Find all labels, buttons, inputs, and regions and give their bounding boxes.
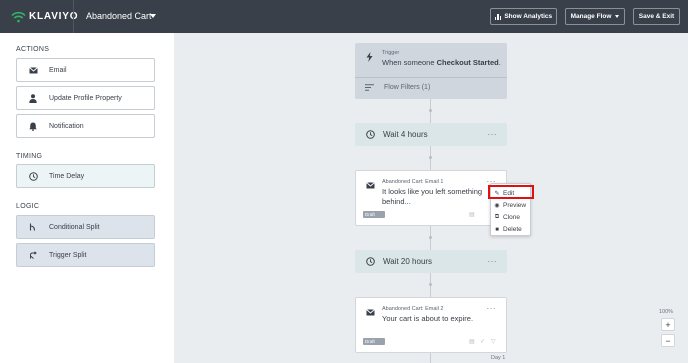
copy-icon: ⧉ bbox=[494, 214, 500, 220]
menu-item-delete[interactable]: ■ Delete bbox=[494, 224, 530, 235]
email-caption: Abandoned Cart: Email 2 bbox=[382, 306, 444, 312]
logic-section-label: LOGIC bbox=[16, 203, 40, 210]
clock-icon bbox=[28, 171, 38, 181]
chat-icon: ▤ bbox=[469, 339, 475, 345]
show-analytics-button[interactable]: Show Analytics bbox=[490, 8, 557, 25]
sidebar-item-time-delay[interactable]: Time Delay bbox=[16, 164, 155, 188]
trigger-card[interactable]: Trigger When someone Checkout Started. F… bbox=[355, 43, 507, 99]
sidebar-item-label: Notification bbox=[49, 122, 84, 130]
wait-label: Wait 20 hours bbox=[383, 257, 433, 266]
trigger-description: When someone Checkout Started. bbox=[382, 58, 501, 68]
show-analytics-label: Show Analytics bbox=[504, 13, 553, 20]
trigger-suffix: . bbox=[498, 58, 501, 67]
split-icon bbox=[28, 222, 38, 232]
envelope-icon bbox=[28, 65, 38, 75]
flow-filters-link[interactable]: Flow Filters (1) bbox=[384, 84, 430, 91]
wifi-logo-icon bbox=[11, 11, 26, 22]
email-caption: Abandoned Cart: Email 1 bbox=[382, 179, 444, 185]
sidebar-item-update-profile-property[interactable]: Update Profile Property bbox=[16, 86, 155, 110]
edit-highlight-box bbox=[488, 185, 534, 199]
lightning-icon bbox=[366, 52, 373, 62]
email-card[interactable]: Abandoned Cart: Email 1 It looks like yo… bbox=[355, 170, 507, 226]
trigger-caption: Trigger bbox=[382, 50, 400, 56]
menu-item-preview[interactable]: ◉ Preview bbox=[494, 200, 530, 211]
menu-item-label: Clone bbox=[503, 214, 520, 221]
zoom-in-button[interactable]: + bbox=[661, 318, 675, 331]
zoom-level: 100% bbox=[659, 309, 674, 315]
menu-item-clone[interactable]: ⧉ Clone bbox=[494, 212, 530, 223]
save-exit-button[interactable]: Save & Exit bbox=[633, 8, 680, 25]
connector-dot bbox=[429, 109, 432, 112]
trash-icon: ■ bbox=[495, 226, 499, 233]
flow-canvas[interactable]: Trigger When someone Checkout Started. F… bbox=[174, 33, 688, 363]
sidebar-item-label: Email bbox=[49, 66, 67, 74]
klaviyo-logo[interactable]: KLAVIYO bbox=[11, 9, 78, 23]
sidebar-item-label: Time Delay bbox=[49, 172, 85, 180]
connector-dot bbox=[429, 156, 432, 159]
brand-name: KLAVIYO bbox=[29, 10, 79, 22]
email-card[interactable]: Abandoned Cart: Email 2 Your cart is abo… bbox=[355, 297, 507, 353]
more-options-icon[interactable]: ··· bbox=[488, 257, 498, 266]
trigger-split-icon bbox=[28, 250, 38, 260]
status-badge: Draft bbox=[363, 211, 385, 218]
wait-card[interactable]: Wait 20 hours ··· bbox=[355, 250, 507, 273]
email-preview-text: It looks like you left something behind.… bbox=[382, 187, 483, 206]
menu-item-label: Delete bbox=[503, 226, 522, 233]
sidebar: ACTIONS Email Update Profile Property No… bbox=[0, 33, 174, 363]
trigger-prefix: When someone bbox=[382, 58, 437, 67]
manage-flow-button[interactable]: Manage Flow bbox=[565, 8, 625, 25]
chat-icon: ▤ bbox=[469, 212, 475, 218]
wait-label: Wait 4 hours bbox=[383, 130, 428, 139]
check-icon: ✓ bbox=[480, 339, 486, 345]
menu-item-label: Preview bbox=[503, 202, 527, 209]
chevron-down-icon bbox=[615, 15, 620, 18]
sidebar-item-notification[interactable]: Notification bbox=[16, 114, 155, 138]
status-badge: Draft bbox=[363, 338, 385, 345]
sidebar-item-email[interactable]: Email bbox=[16, 58, 155, 82]
more-options-icon[interactable]: ··· bbox=[487, 304, 497, 313]
envelope-icon bbox=[366, 182, 375, 189]
actions-section-label: ACTIONS bbox=[16, 46, 50, 53]
manage-flow-label: Manage Flow bbox=[570, 13, 612, 20]
filter-icon: ▽ bbox=[491, 339, 496, 345]
trigger-event: Checkout Started bbox=[436, 58, 499, 67]
sidebar-item-label: Update Profile Property bbox=[49, 94, 122, 102]
envelope-icon bbox=[366, 309, 375, 316]
bell-icon bbox=[28, 121, 38, 131]
connector-dot bbox=[429, 283, 432, 286]
save-exit-label: Save & Exit bbox=[638, 13, 675, 20]
chevron-down-icon[interactable] bbox=[150, 14, 156, 18]
filter-list-icon bbox=[365, 84, 374, 91]
header-divider bbox=[73, 0, 74, 33]
day-label: Day 1 bbox=[491, 355, 506, 361]
zoom-out-button[interactable]: − bbox=[661, 334, 675, 347]
sidebar-item-label: Trigger Split bbox=[49, 251, 87, 259]
trigger-divider bbox=[355, 77, 507, 78]
sidebar-item-trigger-split[interactable]: Trigger Split bbox=[16, 243, 155, 267]
top-bar: KLAVIYO Abandoned Cart Show Analytics Ma… bbox=[0, 0, 688, 33]
connector-dot bbox=[429, 236, 432, 239]
sidebar-item-conditional-split[interactable]: Conditional Split bbox=[16, 215, 155, 239]
clock-icon bbox=[366, 130, 375, 139]
sidebar-item-label: Conditional Split bbox=[49, 223, 100, 231]
person-icon bbox=[28, 93, 38, 103]
wait-card[interactable]: Wait 4 hours ··· bbox=[355, 123, 507, 146]
clock-icon bbox=[366, 257, 375, 266]
email-preview-text: Your cart is about to expire. bbox=[382, 314, 474, 323]
bar-chart-icon bbox=[494, 13, 502, 20]
eye-icon: ◉ bbox=[494, 203, 500, 209]
flow-title[interactable]: Abandoned Cart bbox=[86, 11, 152, 21]
more-options-icon[interactable]: ··· bbox=[488, 130, 498, 139]
flow-connector bbox=[430, 353, 431, 363]
timing-section-label: TIMING bbox=[16, 153, 43, 160]
